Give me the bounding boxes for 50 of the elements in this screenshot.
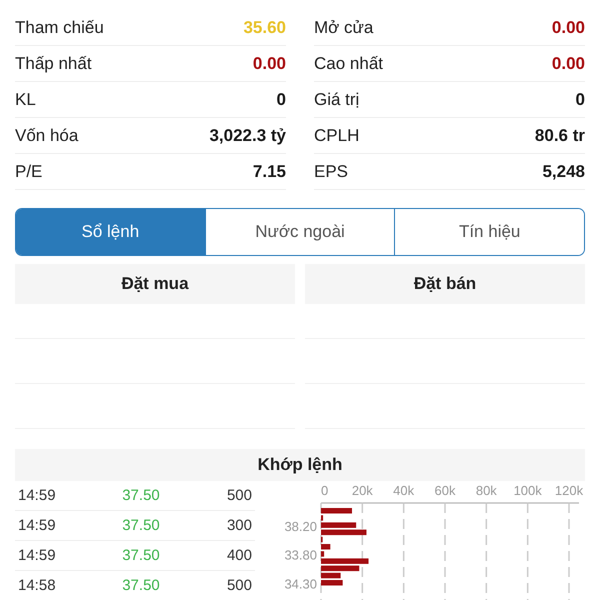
axis-tick-label: 40k: [393, 483, 414, 498]
stat-label: Mở cửa: [314, 18, 374, 38]
price-cell-text: 37.50: [121, 547, 161, 564]
stat-label: CPLH: [314, 126, 360, 146]
section-title: Khớp lệnh: [15, 449, 585, 481]
volume-cell-text: 500: [226, 577, 252, 594]
stat-value: 0.00: [552, 18, 585, 38]
stat-label: Vốn hóa: [15, 126, 78, 146]
price-cell-text: 37.50: [121, 517, 161, 534]
stat-value: 35.60: [243, 18, 286, 38]
stat-label: Tham chiếu: [15, 18, 104, 38]
stat-value: 0: [576, 90, 585, 110]
column-header: Đặt mua: [15, 264, 295, 304]
volume-cell-text: 300: [226, 517, 252, 534]
time-cell-text: 14:59: [18, 547, 57, 564]
stat-value: 7.15: [252, 162, 286, 182]
time-cell-text: 14:59: [18, 517, 57, 534]
axis-category-label: 38.20: [284, 518, 317, 534]
volume-cell-text: 500: [226, 487, 252, 504]
axis-category-label: 34.30: [284, 576, 317, 592]
tab[interactable]: Tín hiệu: [394, 209, 584, 255]
bar: [321, 544, 330, 550]
stat-value: 80.6 tr: [534, 126, 585, 146]
bar: [321, 508, 352, 514]
axis-tick-label: 80k: [476, 483, 497, 498]
stat-label: Thấp nhất: [15, 54, 92, 74]
stat-value: 0.00: [552, 54, 585, 74]
stat-label: KL: [15, 90, 36, 110]
time-cell-text: 14:59: [18, 487, 57, 504]
axis-tick-label: 100k: [514, 483, 542, 498]
column-header: Đặt bán: [305, 264, 585, 304]
axis-tick-label: 0: [321, 483, 328, 498]
stat-label: P/E: [15, 162, 42, 182]
axis-category-label: 33.80: [284, 548, 317, 563]
stat-label: EPS: [314, 162, 348, 182]
price-cell-text: 37.50: [121, 487, 161, 504]
axis-tick-label: 120k: [554, 483, 584, 498]
bar: [321, 580, 343, 586]
time-cell-text: 14:58: [18, 577, 57, 594]
stat-value: 0: [276, 90, 286, 110]
tab[interactable]: Sổ lệnh: [16, 209, 205, 255]
stat-value: 3,022.3 tỷ: [209, 126, 286, 146]
stat-value: 0.00: [252, 54, 286, 74]
stat-label: Giá trị: [314, 90, 360, 110]
volume-cell-text: 400: [226, 547, 252, 564]
axis-tick-label: 60k: [434, 483, 456, 498]
stat-value: 5,248: [542, 162, 585, 182]
price-cell-text: 37.50: [121, 577, 161, 594]
stat-label: Cao nhất: [314, 54, 383, 74]
axis-tick-label: 20k: [352, 483, 373, 498]
